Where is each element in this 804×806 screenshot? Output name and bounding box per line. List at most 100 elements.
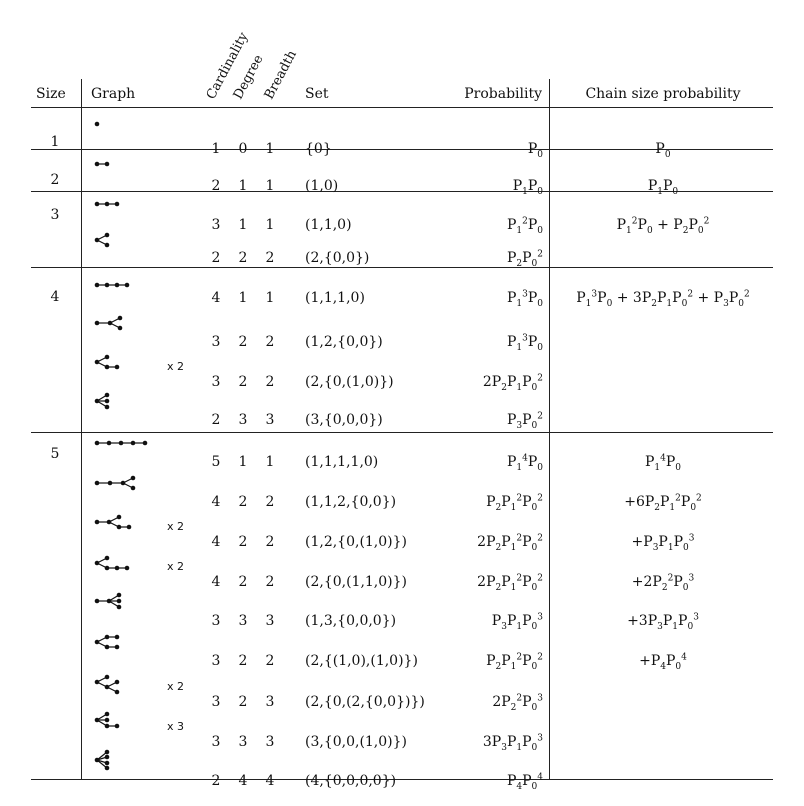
tree-graph xyxy=(94,711,120,729)
tree-node xyxy=(114,282,120,288)
tree-node xyxy=(114,689,120,695)
chain-probability-cell: P14P0 xyxy=(644,453,682,473)
chain-probability-cell: +P4P04 xyxy=(639,652,687,672)
tree-node xyxy=(94,598,100,604)
tree-node xyxy=(116,598,122,604)
chain-probability-cell: P1P0 xyxy=(647,178,679,197)
probability-cell: P13P0 xyxy=(506,333,543,353)
set-cell: (1,1,1,0) xyxy=(305,290,365,306)
tree-graph xyxy=(94,354,120,370)
header-size: Size xyxy=(36,86,66,102)
tree-graph xyxy=(94,634,120,650)
probability-cell: P3P1P03 xyxy=(491,612,543,632)
tree-node xyxy=(104,711,110,717)
degree-cell: 3 xyxy=(238,734,248,750)
set-cell: (1,1,1,1,0) xyxy=(305,454,379,470)
column-divider-probability xyxy=(549,79,550,780)
degree-cell: 2 xyxy=(238,250,248,266)
degree-cell: 2 xyxy=(238,374,248,390)
tree-node xyxy=(94,237,100,243)
breadth-cell: 4 xyxy=(265,773,275,789)
chain-probability-cell: P13P0 + 3P2P1P02 + P3P02 xyxy=(576,289,750,309)
tree-graph xyxy=(94,514,132,530)
tree-node xyxy=(104,565,110,571)
tree-graph xyxy=(94,121,100,127)
header-rule xyxy=(31,107,773,108)
set-cell: (3,{0,0,0}) xyxy=(305,412,383,428)
tree-node xyxy=(104,754,110,760)
tree-graph xyxy=(94,161,110,167)
breadth-cell: 2 xyxy=(265,334,275,350)
chain-probability-cell: P12P0 + P2P02 xyxy=(616,216,710,236)
set-cell: (2,{0,(2,{0,0})}) xyxy=(305,694,425,710)
breadth-cell: 2 xyxy=(265,250,275,266)
group-rule-3 xyxy=(31,267,773,268)
tree-node xyxy=(104,161,110,167)
probability-cell: P13P0 xyxy=(506,289,543,309)
degree-cell: 2 xyxy=(238,334,248,350)
breadth-cell: 3 xyxy=(265,613,275,629)
tree-node xyxy=(104,282,110,288)
set-cell: (1,1,2,{0,0}) xyxy=(305,494,397,510)
set-cell: (1,2,{0,0}) xyxy=(305,334,383,350)
tree-node xyxy=(104,674,110,680)
tree-node xyxy=(114,679,120,685)
cardinality-cell: 4 xyxy=(211,534,221,550)
probability-cell: 2P2P1P02 xyxy=(482,373,543,393)
cardinality-cell: 2 xyxy=(211,250,221,266)
degree-cell: 2 xyxy=(238,494,248,510)
set-cell: (1,2,{0,(1,0)}) xyxy=(305,534,407,550)
probability-cell: P3P02 xyxy=(506,411,543,431)
chain-probability-cell: +P3P1P03 xyxy=(631,533,695,553)
tree-node xyxy=(94,639,100,645)
cardinality-cell: 3 xyxy=(211,734,221,750)
tree-node xyxy=(104,765,110,771)
set-cell: (2,{0,0}) xyxy=(305,250,370,266)
cardinality-cell: 1 xyxy=(211,141,221,157)
breadth-cell: 1 xyxy=(265,217,275,233)
breadth-cell: 2 xyxy=(265,653,275,669)
set-cell: (1,3,{0,0,0}) xyxy=(305,613,397,629)
degree-cell: 4 xyxy=(238,773,248,789)
tree-node xyxy=(94,757,100,763)
chain-probability-cell: +2P22P03 xyxy=(631,573,695,593)
tree-node xyxy=(94,679,100,685)
tree-node xyxy=(104,232,110,238)
header-breadth: Breadth xyxy=(261,48,300,102)
tree-node xyxy=(106,598,112,604)
tree-node xyxy=(114,364,120,370)
tree-node xyxy=(116,524,122,530)
chain-probability-cell: +6P2P12P02 xyxy=(624,493,702,513)
multiplicity-label: x 2 xyxy=(167,680,185,693)
degree-cell: 3 xyxy=(238,613,248,629)
tree-node xyxy=(130,485,136,491)
tree-node xyxy=(114,723,120,729)
tree-node xyxy=(104,242,110,248)
probability-cell: P12P0 xyxy=(506,216,543,236)
cardinality-cell: 3 xyxy=(211,374,221,390)
tree-node xyxy=(104,634,110,640)
tree-node xyxy=(94,398,100,404)
probability-cell: P0 xyxy=(527,141,543,160)
multiplicity-label: x 2 xyxy=(167,560,185,573)
tree-graph xyxy=(94,201,120,207)
size-label: 5 xyxy=(50,446,60,462)
header-probability: Probability xyxy=(464,86,542,102)
breadth-cell: 3 xyxy=(265,694,275,710)
tree-node xyxy=(114,201,120,207)
tree-node xyxy=(94,320,100,326)
tree-node xyxy=(114,644,120,650)
degree-cell: 2 xyxy=(238,534,248,550)
tree-node xyxy=(116,604,122,610)
breadth-cell: 2 xyxy=(265,534,275,550)
tree-node xyxy=(94,519,100,525)
cardinality-cell: 2 xyxy=(211,412,221,428)
cardinality-cell: 4 xyxy=(211,290,221,306)
tree-node xyxy=(94,480,100,486)
degree-cell: 2 xyxy=(238,694,248,710)
set-cell: {0} xyxy=(305,141,332,157)
tree-graph xyxy=(94,674,120,695)
degree-cell: 2 xyxy=(238,653,248,669)
degree-cell: 0 xyxy=(238,141,248,157)
tree-node xyxy=(104,201,110,207)
